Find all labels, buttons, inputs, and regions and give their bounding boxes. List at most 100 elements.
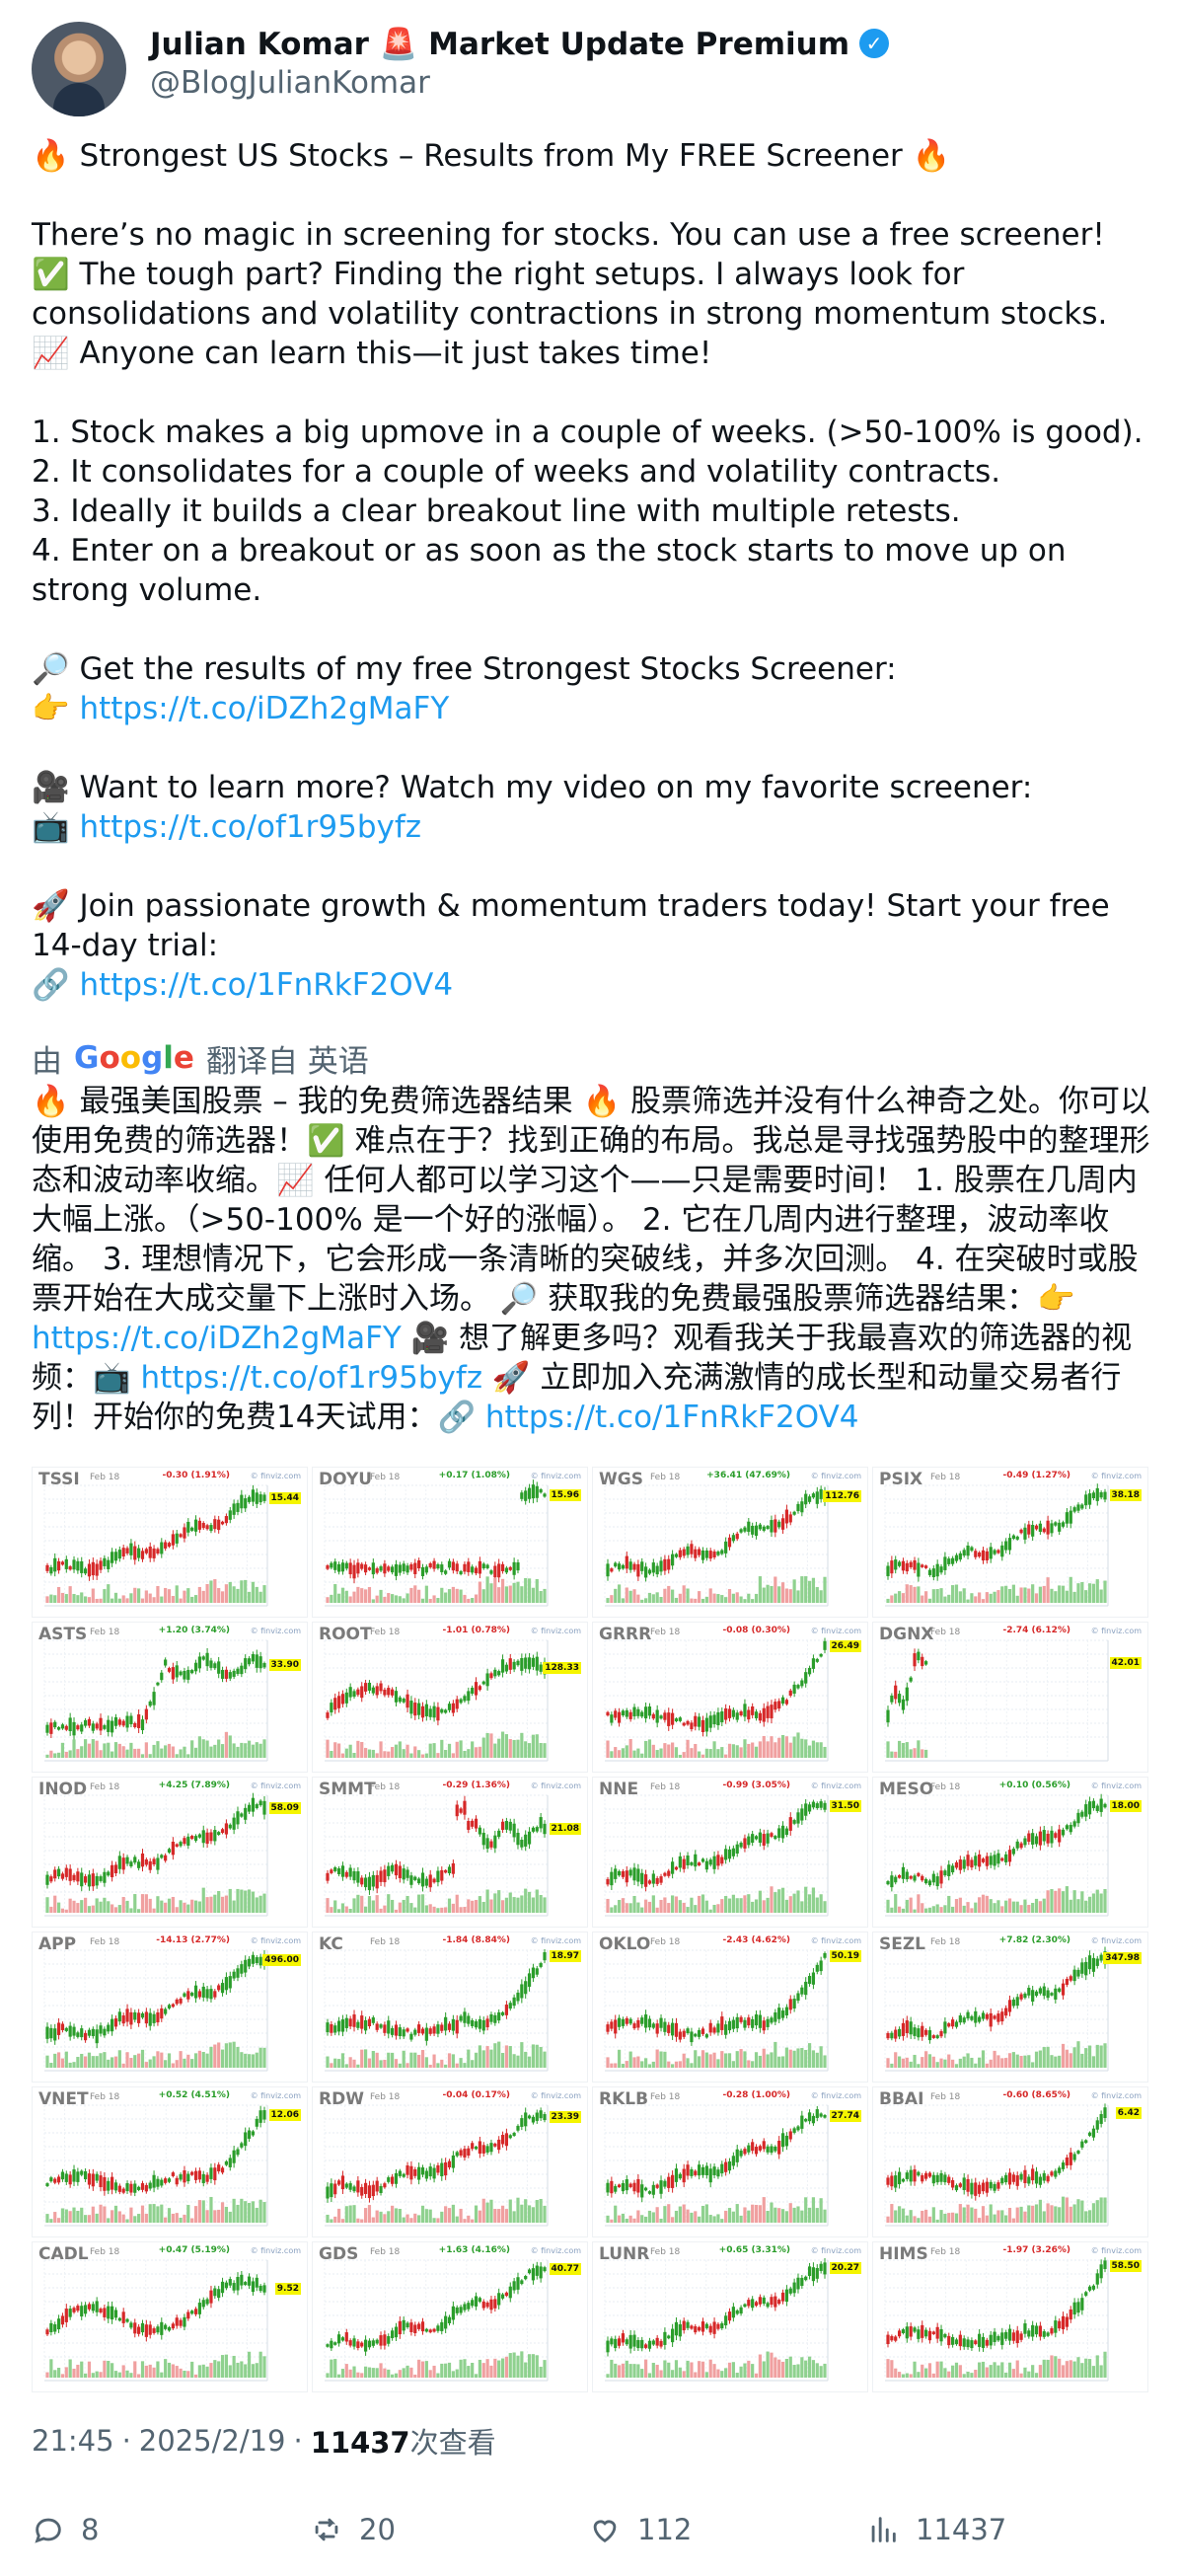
stock-chart-lunr[interactable]: LUNR Feb 18 +0.65 (3.31%) © finviz.com 2… (592, 2241, 868, 2392)
stock-chart-smmt[interactable]: SMMT Feb 18 -0.29 (1.36%) © finviz.com 2… (312, 1777, 588, 1928)
candle-body (463, 1696, 467, 1702)
stock-chart-inod[interactable]: INOD Feb 18 +4.25 (7.89%) © finviz.com 5… (32, 1777, 308, 1928)
translated-trial-link[interactable]: https://t.co/1FnRkF2OV4 (485, 1400, 859, 1435)
stock-chart-rklb[interactable]: RKLB Feb 18 -0.28 (1.00%) © finviz.com 2… (592, 2086, 868, 2237)
candle-body (413, 2168, 417, 2176)
stock-chart-cadl[interactable]: CADL Feb 18 +0.47 (5.19%) © finviz.com 9… (32, 2241, 308, 2392)
candle-body (137, 2326, 141, 2334)
stock-chart-kc[interactable]: KC Feb 18 -1.84 (8.84%) © finviz.com 18.… (312, 1932, 588, 2083)
chart-date: Feb 18 (930, 2092, 961, 2102)
stock-chart-rdw[interactable]: RDW Feb 18 -0.04 (0.17%) © finviz.com 23… (312, 2086, 588, 2237)
volume-bar (807, 2356, 812, 2378)
volume-bar (1050, 1889, 1054, 1913)
candle-body (1084, 2140, 1088, 2144)
translation-attribution[interactable]: 由 Google 翻译自 英语 (32, 1038, 369, 1080)
candle-body (190, 1993, 194, 1997)
volume-bar (792, 2050, 796, 2068)
candle-body (209, 1989, 213, 2000)
candle-body (481, 1563, 485, 1569)
volume-bar (152, 2056, 156, 2068)
volume-bar (1061, 2196, 1066, 2223)
candle-body (770, 2297, 774, 2306)
stock-chart-vnet[interactable]: VNET Feb 18 +0.52 (4.51%) © finviz.com 1… (32, 2086, 308, 2237)
candle-body (481, 2145, 485, 2154)
stock-chart-oklo[interactable]: OKLO Feb 18 -2.43 (4.62%) © finviz.com 5… (592, 1932, 868, 2083)
candle-body (217, 2164, 221, 2172)
volume-bar (387, 1894, 391, 1913)
volume-bar (905, 2057, 909, 2068)
author-avatar[interactable] (32, 22, 126, 116)
volume-bar (167, 1589, 172, 1603)
reply-button[interactable]: 8 (32, 2513, 310, 2546)
repost-button[interactable]: 20 (310, 2513, 588, 2546)
stock-chart-bbai[interactable]: BBAI Feb 18 -0.60 (8.65%) © finviz.com 6… (872, 2086, 1148, 2237)
candle-body (712, 1714, 716, 1725)
candle-body (651, 2023, 655, 2028)
stock-chart-hims[interactable]: HIMS Feb 18 -1.97 (3.26%) © finviz.com 5… (872, 2241, 1148, 2392)
candle-body (356, 1871, 360, 1883)
candle-body (247, 1658, 252, 1665)
chart-date: Feb 18 (650, 1473, 681, 1482)
stock-chart-doyu[interactable]: DOYU Feb 18 +0.17 (1.08%) © finviz.com 1… (312, 1467, 588, 1618)
volume-bar (512, 1582, 516, 1603)
volume-bar (1011, 1584, 1015, 1603)
volume-bar (455, 2063, 459, 2068)
chart-change: +36.41 (47.69%) (706, 1471, 790, 1480)
volume-bar (788, 2203, 792, 2223)
meta-separator: · (121, 2424, 131, 2458)
views-button[interactable]: 11437 (866, 2513, 1144, 2546)
chart-price-tag: 9.52 (274, 2283, 301, 2295)
stock-chart-grid[interactable]: TSSI Feb 18 -0.30 (1.91%) © finviz.com 1… (32, 1467, 1148, 2392)
stock-chart-dgnx[interactable]: DGNX Feb 18 -2.74 (6.12%) © finviz.com 4… (872, 1622, 1148, 1773)
stock-chart-psix[interactable]: PSIX Feb 18 -0.49 (1.27%) © finviz.com 3… (872, 1467, 1148, 1618)
candle-body (1042, 2331, 1046, 2337)
author-name[interactable]: Julian Komar 🚨 Market Update Premium (150, 26, 849, 62)
author-handle[interactable]: @BlogJulianKomar (150, 65, 430, 101)
volume-bar (255, 2363, 258, 2378)
candle-body (686, 2164, 690, 2176)
volume-bar (45, 2214, 49, 2223)
stock-chart-meso[interactable]: MESO Feb 18 +0.10 (0.56%) © finviz.com 1… (872, 1777, 1148, 1928)
candle-body (171, 2323, 175, 2329)
author-name-row[interactable]: Julian Komar 🚨 Market Update Premium ✓ (150, 24, 890, 63)
stock-chart-root[interactable]: ROOT Feb 18 -1.01 (0.78%) © finviz.com 1… (312, 1622, 588, 1773)
tweet-time[interactable]: 21:45 (32, 2424, 114, 2458)
candle-body (121, 2311, 125, 2323)
stock-chart-wgs[interactable]: WGS Feb 18 +36.41 (47.69%) © finviz.com … (592, 1467, 868, 1618)
candle-body (504, 1567, 509, 1573)
candle-body (780, 2010, 785, 2018)
candle-body (704, 1550, 708, 1558)
candle-body (1027, 2176, 1031, 2184)
translated-video-link[interactable]: https://t.co/of1r95byfz (140, 1360, 482, 1396)
stock-chart-sezl[interactable]: SEZL Feb 18 +7.82 (2.30%) © finviz.com 3… (872, 1932, 1148, 2083)
volume-bar (716, 1594, 720, 1603)
volume-bar (667, 2061, 671, 2068)
stock-chart-nne[interactable]: NNE Feb 18 -0.99 (3.05%) © finviz.com 31… (592, 1777, 868, 1928)
video-link[interactable]: https://t.co/of1r95byfz (79, 809, 421, 845)
screener-link[interactable]: https://t.co/iDZh2gMaFY (79, 691, 449, 726)
volume-bar (367, 1896, 372, 1913)
like-button[interactable]: 112 (588, 2513, 866, 2546)
volume-bar (394, 1744, 399, 1758)
stock-chart-asts[interactable]: ASTS Feb 18 +1.20 (3.74%) © finviz.com 3… (32, 1622, 308, 1773)
candle-body (890, 2032, 894, 2039)
stock-chart-tssi[interactable]: TSSI Feb 18 -0.30 (1.91%) © finviz.com 1… (32, 1467, 308, 1618)
candle-body (333, 2342, 337, 2345)
trial-link[interactable]: https://t.co/1FnRkF2OV4 (79, 967, 453, 1003)
stock-chart-app[interactable]: APP Feb 18 -14.13 (2.77%) © finviz.com 4… (32, 1932, 308, 2083)
volume-bar (489, 2049, 493, 2068)
stock-chart-gds[interactable]: GDS Feb 18 +1.63 (4.16%) © finviz.com 40… (312, 2241, 588, 2392)
volume-bar (774, 2207, 777, 2223)
volume-bar (508, 1585, 512, 1603)
translated-screener-link[interactable]: https://t.co/iDZh2gMaFY (32, 1321, 402, 1356)
volume-bar (1080, 2363, 1084, 2378)
tweet-date[interactable]: 2025/2/19 (139, 2424, 286, 2458)
volume-bar (471, 2219, 475, 2223)
stock-chart-grrr[interactable]: GRRR Feb 18 -0.08 (0.30%) © finviz.com 2… (592, 1622, 868, 1773)
volume-bar (402, 1598, 406, 1603)
volume-bar (436, 2373, 440, 2378)
candle-body (758, 1712, 762, 1721)
candle-body (788, 1999, 792, 2010)
volume-bar (762, 2048, 766, 2068)
candle-body (640, 1872, 644, 1885)
